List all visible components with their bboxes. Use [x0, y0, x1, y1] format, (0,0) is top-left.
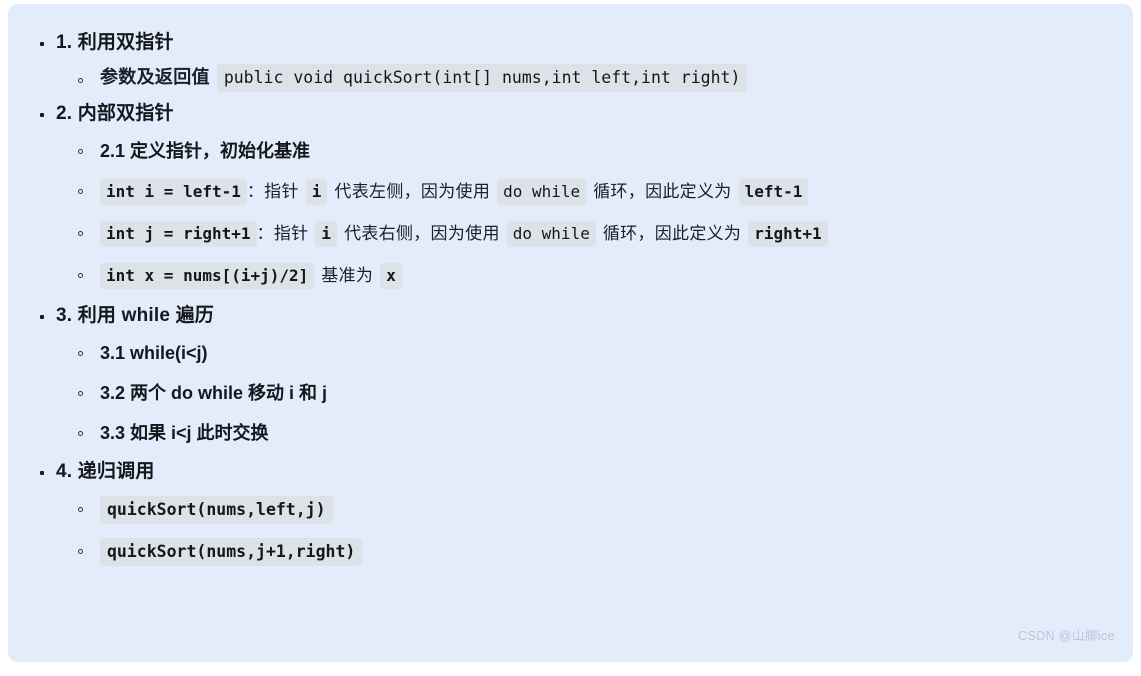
text-loop-defined-as: 循环，因此定义为 — [602, 224, 742, 243]
outline-item-2-sub-4-line: int x = nums[(i+j)/2] 基准为 x — [100, 255, 1115, 297]
bullet-square-icon — [40, 113, 44, 117]
outline-item-1-sub-1-line: 参数及返回值 public void quickSort(int[] nums,i… — [100, 60, 1115, 95]
bullet-square-icon — [40, 471, 44, 475]
bullet-square-icon — [40, 315, 44, 319]
text-pointer: 指针 — [273, 224, 309, 243]
text-pointer: 指针 — [264, 182, 299, 201]
bullet-circle-icon — [78, 549, 83, 554]
outline-item-3: 3. 利用 while 遍历 3.1 while(i<j) 3.2 两个 do … — [26, 299, 1115, 453]
code-int-i-decl: int i = left-1 — [100, 179, 247, 205]
outline-item-4-sublist: quickSort(nums,left,j) quickSort(nums,j+… — [56, 489, 1115, 573]
bullet-circle-icon — [78, 78, 83, 83]
outline-list: 1. 利用双指针 参数及返回值 public void quickSort(int… — [26, 26, 1115, 573]
outline-item-1: 1. 利用双指针 参数及返回值 public void quickSort(int… — [26, 26, 1115, 95]
bullet-circle-icon — [78, 149, 83, 154]
bullet-square-icon — [40, 42, 44, 46]
code-var-i: i — [315, 221, 338, 247]
code-quicksort-left: quickSort(nums,left,j) — [100, 496, 333, 524]
bullet-circle-icon — [78, 391, 83, 396]
text-loop-defined-as: 循环，因此定义为 — [593, 182, 732, 201]
code-quicksort-right: quickSort(nums,j+1,right) — [100, 538, 363, 566]
bullet-circle-icon — [78, 189, 83, 194]
bullet-circle-icon — [78, 431, 83, 436]
outline-item-2: 2. 内部双指针 2.1 定义指针，初始化基准 int i = left-1 ：指… — [26, 97, 1115, 297]
outline-item-2-title: 2. 内部双指针 — [56, 103, 174, 124]
outline-item-2-sub-1-label: 2.1 定义指针，初始化基准 — [100, 141, 311, 161]
bullet-circle-icon — [78, 231, 83, 236]
code-int-j-decl: int j = right+1 — [100, 221, 257, 247]
note-panel: 1. 利用双指针 参数及返回值 public void quickSort(int… — [8, 4, 1133, 662]
outline-item-2-sublist: 2.1 定义指针，初始化基准 int i = left-1 ：指针 i 代表左侧，因为… — [56, 131, 1115, 297]
outline-item-3-sub-3: 3.3 如果 i<j 此时交换 — [56, 413, 1115, 453]
bullet-circle-icon — [78, 351, 83, 356]
outline-item-3-sub-1-label: 3.1 while(i<j) — [100, 343, 208, 363]
code-do-while: do while — [506, 221, 596, 247]
signature-code: public void quickSort(int[] nums,int lef… — [216, 64, 748, 92]
outline-item-1-sublist: 参数及返回值 public void quickSort(int[] nums,i… — [56, 60, 1115, 95]
outline-item-2-sub-2-line: int i = left-1 ：指针 i 代表左侧，因为使用 do while 循环，因此… — [100, 171, 1115, 213]
outline-item-1-sub-1: 参数及返回值 public void quickSort(int[] nums,i… — [56, 60, 1115, 95]
outline-item-3-title: 3. 利用 while 遍历 — [56, 305, 214, 326]
code-int-x-decl: int x = nums[(i+j)/2] — [100, 263, 315, 289]
outline-item-3-sub-1: 3.1 while(i<j) — [56, 333, 1115, 373]
code-right-plus-1: right+1 — [748, 221, 828, 247]
outline-item-4-title: 4. 递归调用 — [56, 461, 155, 482]
outline-item-3-sub-2-label: 3.2 两个 do while 移动 i 和 j — [100, 383, 328, 403]
outline-item-2-sub-1: 2.1 定义指针，初始化基准 — [56, 131, 1115, 171]
csdn-watermark: CSDN @山脚ice — [1018, 629, 1115, 643]
colon-separator: ： — [246, 182, 265, 201]
params-label: 参数及返回值 — [100, 67, 210, 87]
outline-item-4-sub-2: quickSort(nums,j+1,right) — [56, 531, 1115, 573]
text-left-side: 代表左侧，因为使用 — [334, 182, 491, 201]
code-var-i: i — [305, 179, 328, 205]
outline-item-2-sub-3: int j = right+1 ：指针 i 代表右侧，因为使用 do while 循环，因… — [56, 213, 1115, 255]
outline-item-3-sub-2: 3.2 两个 do while 移动 i 和 j — [56, 373, 1115, 413]
page-root: 1. 利用双指针 参数及返回值 public void quickSort(int… — [0, 0, 1141, 676]
outline-item-4: 4. 递归调用 quickSort(nums,left,j) quickSort… — [26, 455, 1115, 573]
outline-item-3-sublist: 3.1 while(i<j) 3.2 两个 do while 移动 i 和 j … — [56, 333, 1115, 453]
text-right-side: 代表右侧，因为使用 — [344, 224, 500, 243]
bullet-circle-icon — [78, 507, 83, 512]
code-do-while: do while — [497, 179, 587, 205]
outline-item-2-sub-4: int x = nums[(i+j)/2] 基准为 x — [56, 255, 1115, 297]
code-var-x: x — [380, 263, 402, 289]
outline-item-1-title: 1. 利用双指针 — [56, 32, 174, 53]
outline-item-4-sub-1-line: quickSort(nums,left,j) — [100, 489, 1115, 531]
outline-item-4-sub-1: quickSort(nums,left,j) — [56, 489, 1115, 531]
outline-item-4-sub-2-line: quickSort(nums,j+1,right) — [100, 531, 1115, 573]
outline-item-3-sub-3-label: 3.3 如果 i<j 此时交换 — [100, 423, 269, 443]
code-left-minus-1: left-1 — [738, 179, 809, 205]
outline-item-2-sub-2: int i = left-1 ：指针 i 代表左侧，因为使用 do while 循环，因此… — [56, 171, 1115, 213]
bullet-circle-icon — [78, 273, 83, 278]
outline-item-2-sub-3-line: int j = right+1 ：指针 i 代表右侧，因为使用 do while 循环，因… — [100, 213, 1115, 255]
colon-separator: ： — [256, 224, 274, 243]
text-pivot-is: 基准为 — [321, 266, 374, 285]
